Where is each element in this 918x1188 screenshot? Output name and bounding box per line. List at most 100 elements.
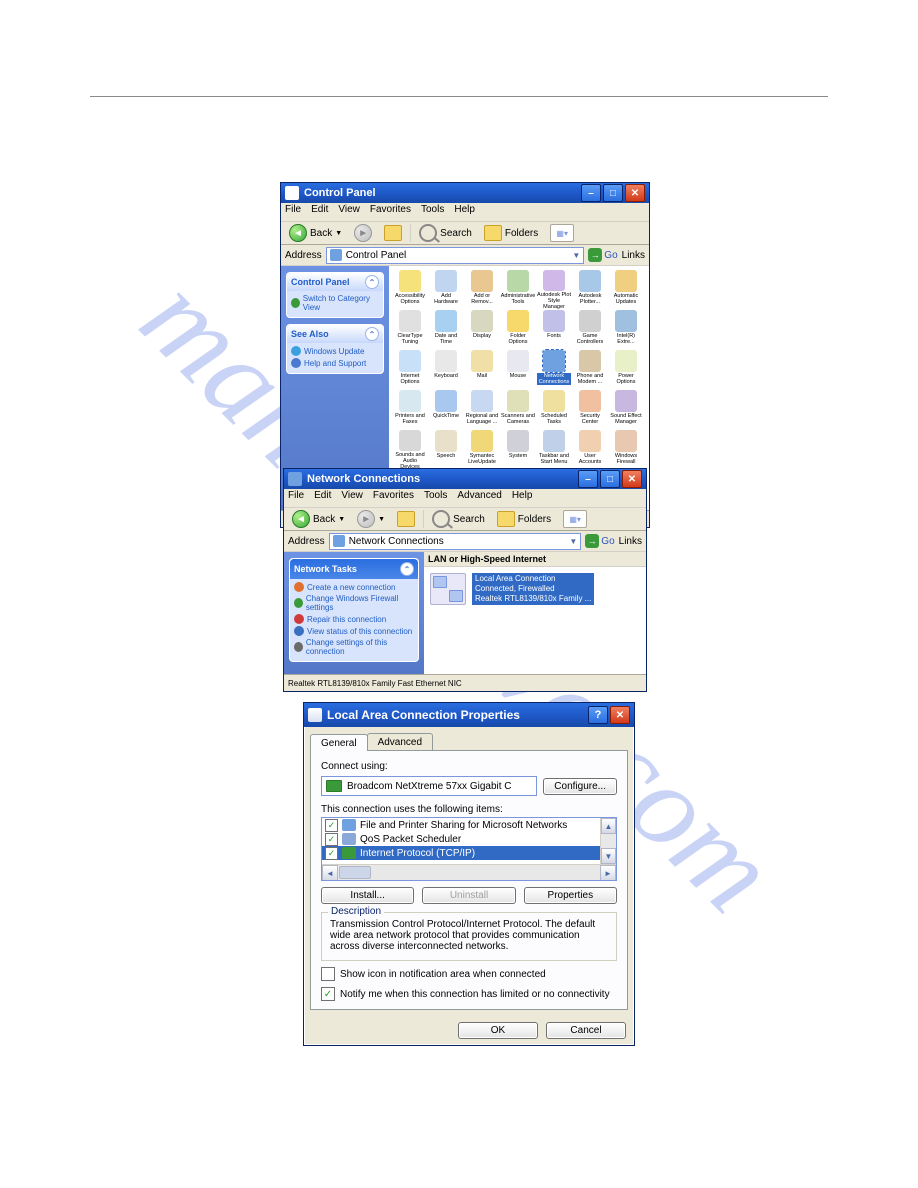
menu-favorites[interactable]: Favorites [370, 204, 411, 220]
cp-icon-item[interactable]: Fonts [537, 310, 571, 350]
collapse-toggle-icon[interactable]: ⌃ [365, 275, 379, 289]
scroll-left-icon[interactable]: ◄ [322, 865, 338, 881]
cp-icon-item[interactable]: Scheduled Tasks [537, 390, 571, 430]
menu-view[interactable]: View [341, 490, 363, 506]
checkbox-icon[interactable]: ✓ [325, 819, 338, 832]
menu-file[interactable]: File [285, 204, 301, 220]
cp-icon-item[interactable]: Automatic Updates [609, 270, 643, 310]
tab-general[interactable]: General [310, 734, 368, 751]
cp-icon-item[interactable]: Sound Effect Manager [609, 390, 643, 430]
cp-icon-item[interactable]: Scanners and Cameras [501, 390, 535, 430]
back-button[interactable]: ◄Back▼ [288, 509, 349, 529]
go-button[interactable]: →Go [585, 534, 614, 548]
network-task-link[interactable]: Change Windows Firewall settings [294, 594, 414, 612]
menu-help[interactable]: Help [454, 204, 475, 220]
cp-icon-item[interactable]: Regional and Language ... [465, 390, 499, 430]
menu-view[interactable]: View [338, 204, 360, 220]
cp-icon-item[interactable]: Phone and Modem ... [573, 350, 607, 390]
titlebar[interactable]: Control Panel – □ ✕ [281, 183, 649, 203]
back-button[interactable]: ◄Back▼ [285, 223, 346, 243]
forward-button[interactable]: ►▼ [353, 509, 389, 529]
cp-icon-item[interactable]: Internet Options [393, 350, 427, 390]
links-label[interactable]: Links [619, 536, 642, 547]
component-item[interactable]: ✓File and Printer Sharing for Microsoft … [322, 818, 600, 832]
network-task-link[interactable]: Repair this connection [294, 614, 414, 624]
cp-icon-item[interactable]: User Accounts [573, 430, 607, 470]
titlebar[interactable]: Local Area Connection Properties ? ✕ [304, 703, 634, 727]
menu-favorites[interactable]: Favorites [373, 490, 414, 506]
checkbox-icon[interactable]: ✓ [325, 833, 338, 846]
cp-icon-item[interactable]: Windows Firewall [609, 430, 643, 470]
scroll-down-icon[interactable]: ▼ [601, 848, 616, 864]
menu-advanced[interactable]: Advanced [457, 490, 501, 506]
local-area-connection-item[interactable]: Local Area Connection Connected, Firewal… [430, 573, 640, 605]
go-button[interactable]: →Go [588, 248, 617, 262]
menu-tools[interactable]: Tools [424, 490, 447, 506]
cp-icon-item[interactable]: Speech [429, 430, 463, 470]
checkbox-icon[interactable]: ✓ [325, 847, 338, 860]
forward-button[interactable]: ► [350, 223, 376, 243]
minimize-button[interactable]: – [578, 470, 598, 488]
ok-button[interactable]: OK [458, 1022, 538, 1039]
cp-icon-item[interactable]: Power Options [609, 350, 643, 390]
search-button[interactable]: Search [415, 223, 476, 243]
folders-button[interactable]: Folders [493, 510, 555, 528]
component-item[interactable]: ✓QoS Packet Scheduler [322, 832, 600, 846]
views-button[interactable]: ▦▾ [563, 510, 587, 528]
address-input[interactable]: Control Panel ▼ [326, 247, 585, 264]
scroll-right-icon[interactable]: ► [600, 865, 616, 881]
maximize-button[interactable]: □ [600, 470, 620, 488]
tab-advanced[interactable]: Advanced [367, 733, 433, 750]
cp-icon-item[interactable]: Mail [465, 350, 499, 390]
horizontal-scrollbar[interactable]: ◄ ► [322, 864, 616, 880]
cancel-button[interactable]: Cancel [546, 1022, 626, 1039]
network-task-link[interactable]: Create a new connection [294, 582, 414, 592]
cp-icon-item[interactable]: Folder Options [501, 310, 535, 350]
notify-checkbox[interactable]: ✓ Notify me when this connection has lim… [321, 987, 617, 1001]
scroll-up-icon[interactable]: ▲ [601, 818, 616, 834]
cp-icon-item[interactable]: QuickTime [429, 390, 463, 430]
cp-icon-item[interactable]: Taskbar and Start Menu [537, 430, 571, 470]
menu-edit[interactable]: Edit [314, 490, 331, 506]
network-task-link[interactable]: View status of this connection [294, 626, 414, 636]
titlebar[interactable]: Network Connections – □ ✕ [284, 469, 646, 489]
cp-icon-item[interactable]: Display [465, 310, 499, 350]
help-button[interactable]: ? [588, 706, 608, 724]
cp-icon-item[interactable]: Accessibility Options [393, 270, 427, 310]
install-button[interactable]: Install... [321, 887, 414, 904]
close-button[interactable]: ✕ [622, 470, 642, 488]
cp-icon-item[interactable]: Date and Time [429, 310, 463, 350]
cp-icon-item[interactable]: Game Controllers [573, 310, 607, 350]
cp-icon-item[interactable]: Administrative Tools [501, 270, 535, 310]
up-button[interactable] [380, 224, 406, 242]
cp-icon-item[interactable]: Sounds and Audio Devices [393, 430, 427, 470]
cp-icon-item[interactable]: Security Center [573, 390, 607, 430]
menu-tools[interactable]: Tools [421, 204, 444, 220]
cp-icon-item[interactable]: ClearType Tuning [393, 310, 427, 350]
views-button[interactable]: ▦▾ [550, 224, 574, 242]
minimize-button[interactable]: – [581, 184, 601, 202]
cp-icon-item[interactable]: Autodesk Plot Style Manager [537, 270, 571, 310]
cp-icon-item[interactable]: Keyboard [429, 350, 463, 390]
properties-button[interactable]: Properties [524, 887, 617, 904]
cp-icon-item[interactable]: Add or Remov... [465, 270, 499, 310]
close-button[interactable]: ✕ [610, 706, 630, 724]
component-item[interactable]: ✓Internet Protocol (TCP/IP) [322, 846, 600, 860]
address-input[interactable]: Network Connections ▼ [329, 533, 582, 550]
cp-icon-item[interactable]: Autodesk Plotter... [573, 270, 607, 310]
up-button[interactable] [393, 510, 419, 528]
menu-file[interactable]: File [288, 490, 304, 506]
windows-update-link[interactable]: Windows Update [291, 346, 379, 356]
collapse-toggle-icon[interactable]: ⌃ [365, 327, 379, 341]
cp-icon-item[interactable]: Intel(R) Extre... [609, 310, 643, 350]
configure-button[interactable]: Configure... [543, 778, 617, 795]
scroll-thumb[interactable] [339, 866, 371, 879]
folders-button[interactable]: Folders [480, 224, 542, 242]
cp-icon-item[interactable]: Mouse [501, 350, 535, 390]
menu-help[interactable]: Help [512, 490, 533, 506]
collapse-toggle-icon[interactable]: ⌃ [400, 562, 414, 576]
cp-icon-item[interactable]: System [501, 430, 535, 470]
vertical-scrollbar[interactable]: ▲ ▼ [600, 818, 616, 864]
cp-icon-item[interactable]: Add Hardware [429, 270, 463, 310]
show-icon-checkbox[interactable]: Show icon in notification area when conn… [321, 967, 617, 981]
